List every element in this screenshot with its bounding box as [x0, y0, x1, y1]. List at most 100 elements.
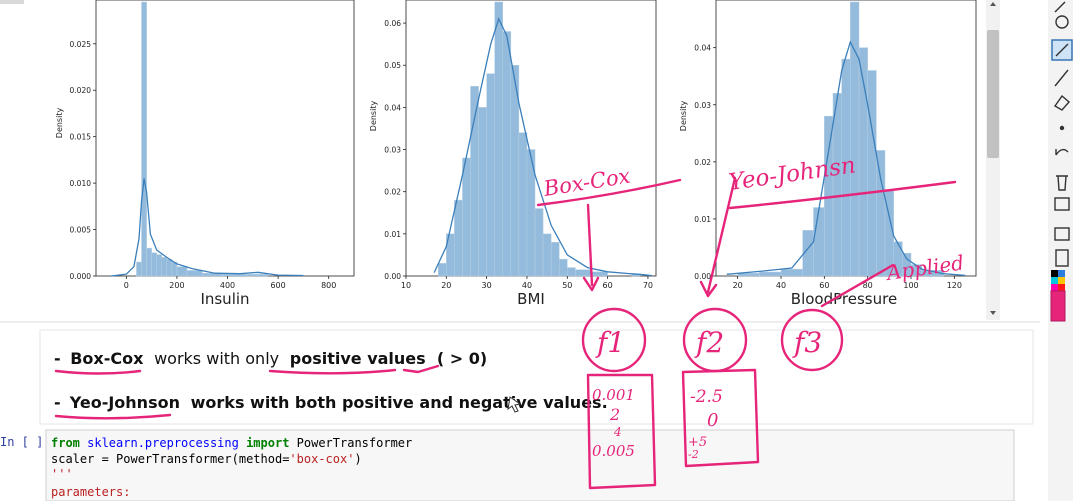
histogram-bar [567, 267, 576, 277]
histogram-bar [832, 93, 842, 277]
histogram-bar [534, 208, 544, 277]
histogram-bar [558, 258, 568, 277]
note-v1-0: 0.001 [592, 386, 635, 404]
x-tick-label: 50 [562, 281, 572, 290]
code-prompt: In [ ]: [0, 435, 51, 449]
histogram-bar [146, 247, 152, 277]
y-tick-label: 0.01 [694, 215, 711, 224]
histogram-bar [161, 257, 168, 277]
color-yellow[interactable] [1058, 277, 1065, 284]
insulin-chart: 0 200 400 600 800 0.000 0.005 0.010 0.015 0.020 0.… [55, 0, 355, 308]
bloodpressure-ylabel: Density [679, 101, 688, 132]
code-line-2[interactable]: scaler = PowerTransformer(method='box-co… [51, 452, 362, 466]
y-tick-label: 0.00 [384, 272, 401, 281]
note-v2-0: -2.5 [690, 387, 723, 407]
color-black[interactable] [1051, 270, 1058, 277]
y-tick-label: 0.00 [694, 272, 711, 281]
markdown-line-boxcox: - Box-Cox works with only positive value… [54, 349, 487, 368]
note-f1: f1 [595, 326, 625, 359]
md1-positive: positive values [290, 349, 426, 368]
x-tick-label: 120 [947, 281, 962, 290]
x-tick-label: 30 [482, 281, 492, 290]
histogram-bar [156, 254, 163, 277]
y-tick-label: 0.010 [70, 179, 92, 188]
histogram-bar [478, 107, 487, 277]
histogram-bar [462, 157, 471, 277]
output-scroll-thumb[interactable] [987, 30, 999, 158]
markdown-line-yeojohnson: - Yeo-Johnson works with both positive a… [54, 393, 608, 412]
dot-tool-icon[interactable] [1059, 125, 1065, 131]
color-red[interactable] [1058, 284, 1065, 291]
notebook-canvas: 0 200 400 600 8000.0000.0050.0100.0150.0200.… [0, 0, 1073, 501]
insulin-xlabel: Insulin [200, 290, 249, 308]
color-cyan[interactable] [1051, 277, 1058, 284]
bmi-xlabel: BMI [517, 290, 545, 308]
color-selected-pink[interactable] [1050, 290, 1066, 322]
code-line-4[interactable]: parameters: [51, 485, 130, 499]
y-tick-label: 0.06 [384, 19, 401, 28]
code-kw-import: import [246, 436, 289, 450]
histogram-bar [247, 273, 269, 277]
x-tick-label: 70 [643, 281, 653, 290]
code-line-1[interactable]: from sklearn.preprocessing import PowerT… [51, 436, 412, 450]
note-v2-1: 0 [707, 410, 718, 431]
x-tick-label: 600 [270, 281, 285, 290]
histogram-bar [176, 266, 188, 277]
histogram-bar [780, 268, 803, 277]
histogram-bar [591, 271, 608, 277]
md1-name: Box-Cox [70, 349, 144, 368]
x-tick-label: 60 [819, 281, 829, 290]
code-l2-pre: scaler = PowerTransformer(method= [51, 452, 289, 466]
color-magenta[interactable] [1051, 284, 1058, 291]
histogram-bar [222, 273, 249, 277]
code-l2-string: 'box-cox' [289, 452, 354, 466]
histogram-bar [141, 1, 147, 277]
x-tick-label: 400 [220, 281, 235, 290]
y-tick-label: 0.01 [384, 230, 401, 239]
code-line-3[interactable]: ''' [51, 467, 73, 481]
color-blue[interactable] [1058, 270, 1065, 277]
note-v1-1: 2 [609, 405, 620, 424]
x-tick-label: 10 [401, 281, 411, 290]
y-tick-label: 0.04 [694, 44, 711, 53]
y-tick-label: 0.03 [694, 101, 711, 110]
histogram-bar [136, 261, 142, 277]
y-tick-label: 0.015 [70, 133, 92, 142]
histogram-bar [542, 233, 552, 277]
y-tick-label: 0.02 [384, 188, 401, 197]
histogram-bar [850, 1, 860, 277]
window-strip [0, 0, 24, 4]
x-tick-label: 0 [124, 281, 129, 290]
code-module: sklearn.preprocessing [80, 436, 246, 450]
histogram-bar [186, 270, 203, 277]
histogram-bar [813, 207, 825, 277]
note-f3: f3 [792, 326, 822, 359]
y-tick-label: 0.05 [384, 61, 401, 70]
y-tick-label: 0.000 [70, 272, 92, 281]
histogram-bar [518, 132, 528, 277]
code-l2-post: ) [354, 452, 361, 466]
histogram-bar [151, 252, 157, 277]
md1-mid: works with only [149, 349, 284, 368]
bmi-chart: 10 20 30 40 50 60 70 0.00 0.01 0.02 0.03 0.04 0.05 0.… [369, 0, 657, 308]
histogram-bar [876, 150, 886, 277]
histogram-bar [502, 31, 512, 277]
code-kw-from: from [51, 436, 80, 450]
y-tick-label: 0.005 [70, 226, 92, 235]
y-tick-label: 0.02 [694, 158, 711, 167]
y-tick-label: 0.04 [384, 103, 401, 112]
histogram-bar [494, 1, 504, 277]
bmi-ylabel: Density [369, 101, 378, 132]
color-palette [1050, 270, 1066, 322]
histogram-bar [454, 199, 463, 277]
note-f2: f2 [694, 326, 724, 359]
md2-name: Yeo-Johnson [69, 393, 180, 412]
histogram-bar [470, 86, 479, 277]
y-tick-label: 0.020 [70, 86, 92, 95]
md2-dash: - [54, 393, 61, 412]
insulin-ylabel: Density [55, 108, 64, 139]
note-v2-3: -2 [688, 448, 699, 461]
histogram-bar [759, 271, 782, 277]
histogram-bar [486, 73, 495, 277]
y-tick-label: 0.03 [384, 146, 401, 155]
